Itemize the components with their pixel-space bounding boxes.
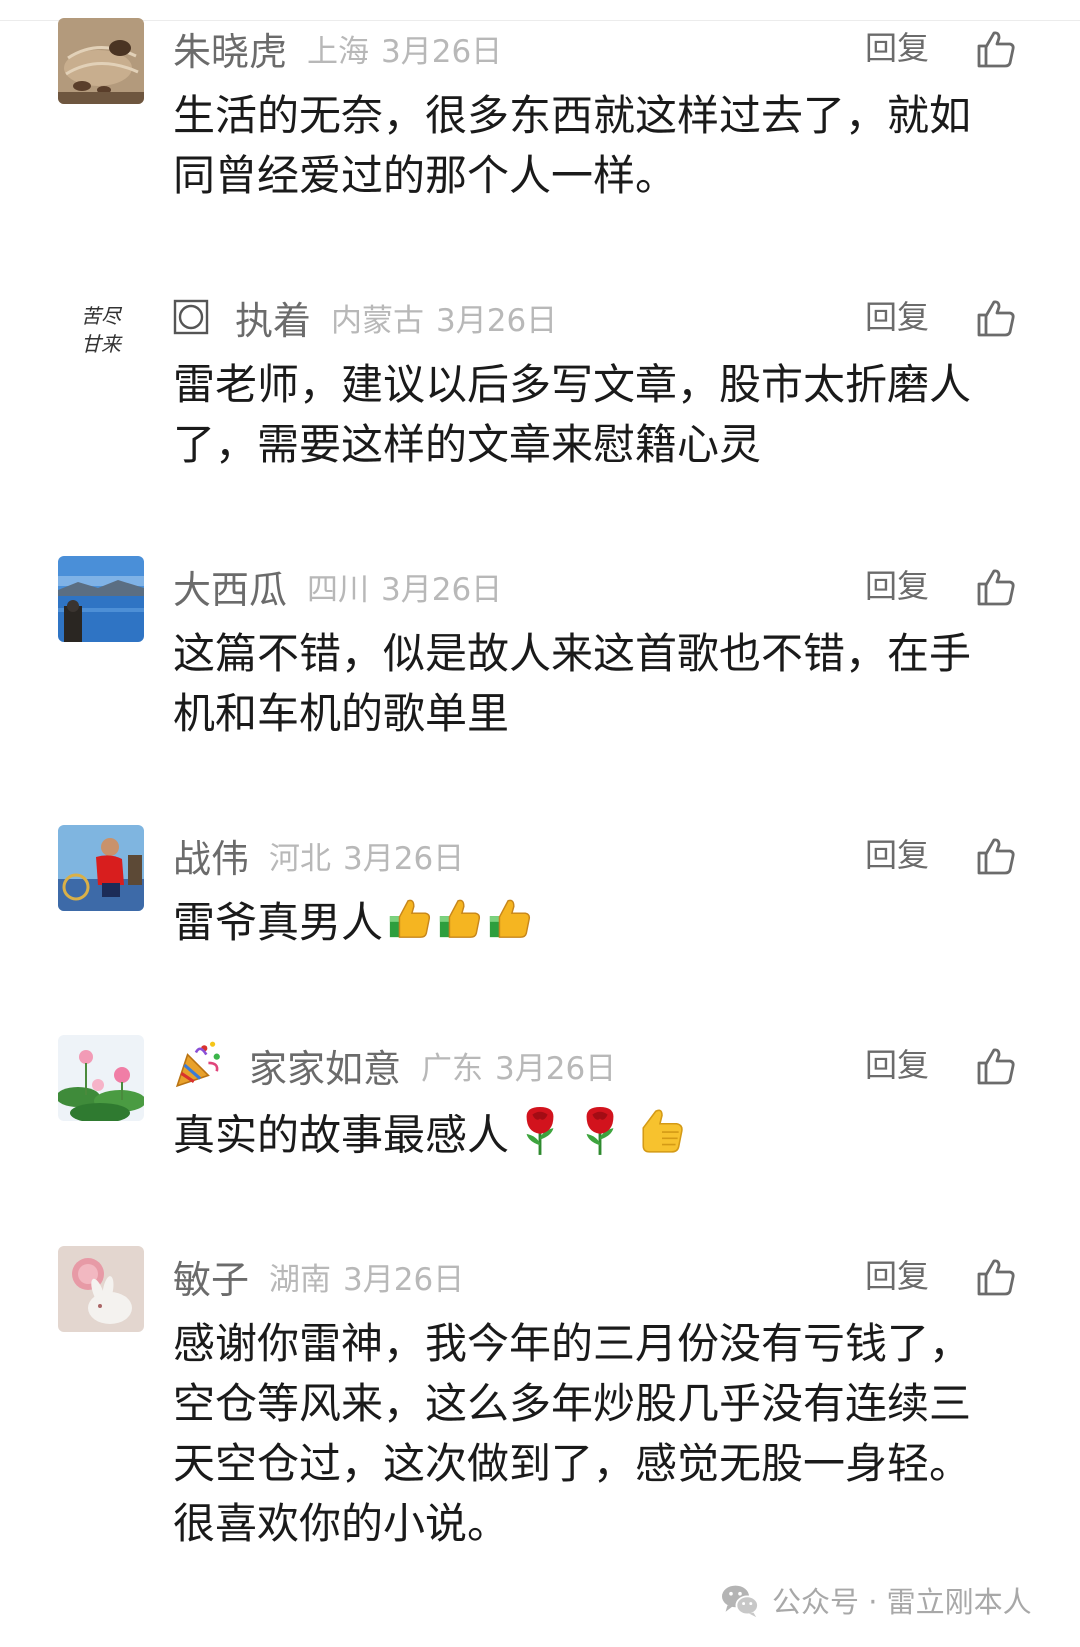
like-button[interactable] [975,297,1017,339]
comment-header: 敏子 湖南 3月26日 [173,1246,464,1306]
location: 内蒙古 [331,302,425,339]
rose-icon [577,1103,623,1173]
comment-header: 朱晓虎 上海 3月26日 [173,18,502,78]
reply-button[interactable]: 回复 [865,18,929,78]
comment-meta: 湖南 3月26日 [269,1254,464,1299]
thumbs-up-outline-icon [977,1259,1015,1296]
comment-header: 战伟 河北 3月26日 [173,825,464,885]
avatar[interactable] [58,1035,144,1121]
date: 3月26日 [495,1050,617,1087]
location: 湖南 [269,1261,332,1298]
comment-text: 雷老师，建议以后多写文章，股市太折磨人了，需要这样的文章来慰籍心灵 [173,360,972,469]
reply-button[interactable]: 回复 [865,556,929,616]
user-name[interactable]: 战伟 [173,828,249,883]
avatar[interactable] [58,18,144,104]
thumbs-up-outline-icon [977,1048,1015,1085]
location: 广东 [421,1050,484,1087]
comment-header: 执着 内蒙古 3月26日 [173,287,557,347]
wechat-icon [722,1585,759,1618]
location: 四川 [307,571,370,608]
thumbs-up-icon [437,895,483,957]
user-name[interactable]: 执着 [235,290,311,345]
reply-button[interactable]: 回复 [865,1246,929,1306]
avatar-calligraphy-top: 苦尽 [81,304,123,328]
comment-text: 雷爷真男人 [173,893,1003,957]
date: 3月26日 [436,302,558,339]
square-circle-icon [173,299,209,335]
avatar[interactable] [58,556,144,642]
comment-text-content: 雷爷真男人 [173,898,384,947]
like-button[interactable] [975,1045,1017,1087]
comment-text: 生活的无奈，很多东西就这样过去了，就如同曾经爱过的那个人一样。 [173,91,972,200]
like-button[interactable] [975,1256,1017,1298]
user-name[interactable]: 家家如意 [249,1038,401,1093]
reply-button[interactable]: 回复 [865,825,929,885]
comment-text: 真实的故事最感人 [173,1103,1003,1173]
user-name[interactable]: 大西瓜 [173,559,287,614]
date: 3月26日 [343,1261,465,1298]
date: 3月26日 [381,33,503,70]
user-name[interactable]: 敏子 [173,1249,249,1304]
thumbs-up-icon [487,895,533,957]
thumbs-up-outline-icon [977,31,1015,68]
watermark-text: 公众号 · 雷立刚本人 [772,1585,1032,1619]
date: 3月26日 [343,840,465,877]
tea-set-avatar [58,18,144,104]
thumbs-up-icon [637,1105,687,1171]
date: 3月26日 [381,571,503,608]
party-popper-icon [173,1040,223,1090]
location: 河北 [269,840,332,877]
comment-text-content: 真实的故事最感人 [173,1110,510,1160]
comment-text: 感谢你雷神，我今年的三月份没有亏钱了，空仓等风来，这么多年炒股几乎没有连续三天空… [173,1319,972,1548]
comment-meta: 四川 3月26日 [307,564,502,609]
thumbs-up-outline-icon [977,569,1015,606]
lotus-avatar [58,1035,144,1121]
comment-meta: 内蒙古 3月26日 [331,295,557,340]
thumbs-up-outline-icon [977,838,1015,875]
location: 上海 [307,33,370,70]
user-name[interactable]: 朱晓虎 [173,21,287,76]
like-button[interactable] [975,28,1017,70]
thumbs-up-icon [387,895,433,957]
comment-text: 这篇不错，似是故人来这首歌也不错，在手机和车机的歌单里 [173,629,972,738]
rabbit-avatar [58,1246,144,1332]
comment-meta: 广东 3月26日 [421,1043,616,1088]
like-button[interactable] [975,835,1017,877]
person-red-shirt-avatar [58,825,144,911]
avatar[interactable] [58,1246,144,1332]
avatar[interactable]: 苦尽 甘来 [58,287,144,373]
calligraphy-avatar: 苦尽 甘来 [58,287,144,373]
like-button[interactable] [975,566,1017,608]
comment-header: 大西瓜 四川 3月26日 [173,556,502,616]
avatar[interactable] [58,825,144,911]
reply-button[interactable]: 回复 [865,287,929,347]
comment-header: 家家如意 广东 3月26日 [173,1035,616,1095]
thumbs-up-outline-icon [977,300,1015,337]
avatar-calligraphy-bottom: 甘来 [81,332,123,356]
rose-icon [517,1103,563,1173]
comment-meta: 河北 3月26日 [269,833,464,878]
reply-button[interactable]: 回复 [865,1035,929,1095]
lake-avatar [58,556,144,642]
comment-meta: 上海 3月26日 [307,26,502,71]
watermark: 公众号 · 雷立刚本人 [720,1578,1032,1622]
